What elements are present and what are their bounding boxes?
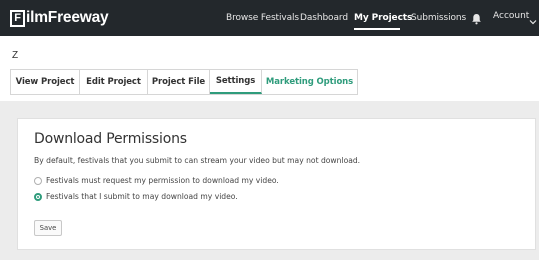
tab-settings[interactable]: Settings (210, 70, 262, 94)
save-button[interactable]: Save (34, 220, 62, 236)
tab-marketing-options[interactable]: Marketing Options (262, 70, 357, 94)
nav-dashboard[interactable]: Dashboard (300, 13, 348, 23)
account-menu[interactable]: Account (493, 11, 529, 21)
logo-mark: F (10, 9, 25, 27)
radio-checked-icon[interactable] (34, 192, 42, 201)
bell-icon[interactable] (471, 12, 482, 25)
tab-edit-project[interactable]: Edit Project (80, 70, 148, 94)
tab-view-project[interactable]: View Project (11, 70, 80, 94)
project-name: Z (12, 50, 19, 61)
radio-option-request-permission[interactable]: Festivals must request my permission to … (34, 176, 279, 185)
filmfreeway-logo[interactable]: F ilmFreeway (10, 9, 109, 27)
radio-label: Festivals that I submit to may download … (46, 192, 238, 201)
active-nav-underline (354, 28, 400, 30)
top-nav-bar: F ilmFreeway Browse Festivals Dashboard … (0, 0, 539, 36)
project-tabs: View Project Edit Project Project File S… (10, 69, 358, 95)
radio-option-allow-download[interactable]: Festivals that I submit to may download … (34, 192, 238, 201)
nav-my-projects[interactable]: My Projects (354, 13, 412, 23)
nav-submissions[interactable]: Submissions (411, 13, 466, 23)
download-permissions-card: Download Permissions By default, festiva… (17, 118, 536, 250)
tab-project-file[interactable]: Project File (148, 70, 210, 94)
nav-browse-festivals[interactable]: Browse Festivals (226, 13, 299, 23)
chevron-down-icon[interactable] (529, 13, 537, 25)
card-description: By default, festivals that you submit to… (34, 156, 361, 165)
logo-text: ilmFreeway (26, 9, 109, 26)
radio-label: Festivals must request my permission to … (46, 176, 279, 185)
radio-unchecked-icon[interactable] (34, 176, 42, 185)
card-title: Download Permissions (34, 131, 187, 147)
